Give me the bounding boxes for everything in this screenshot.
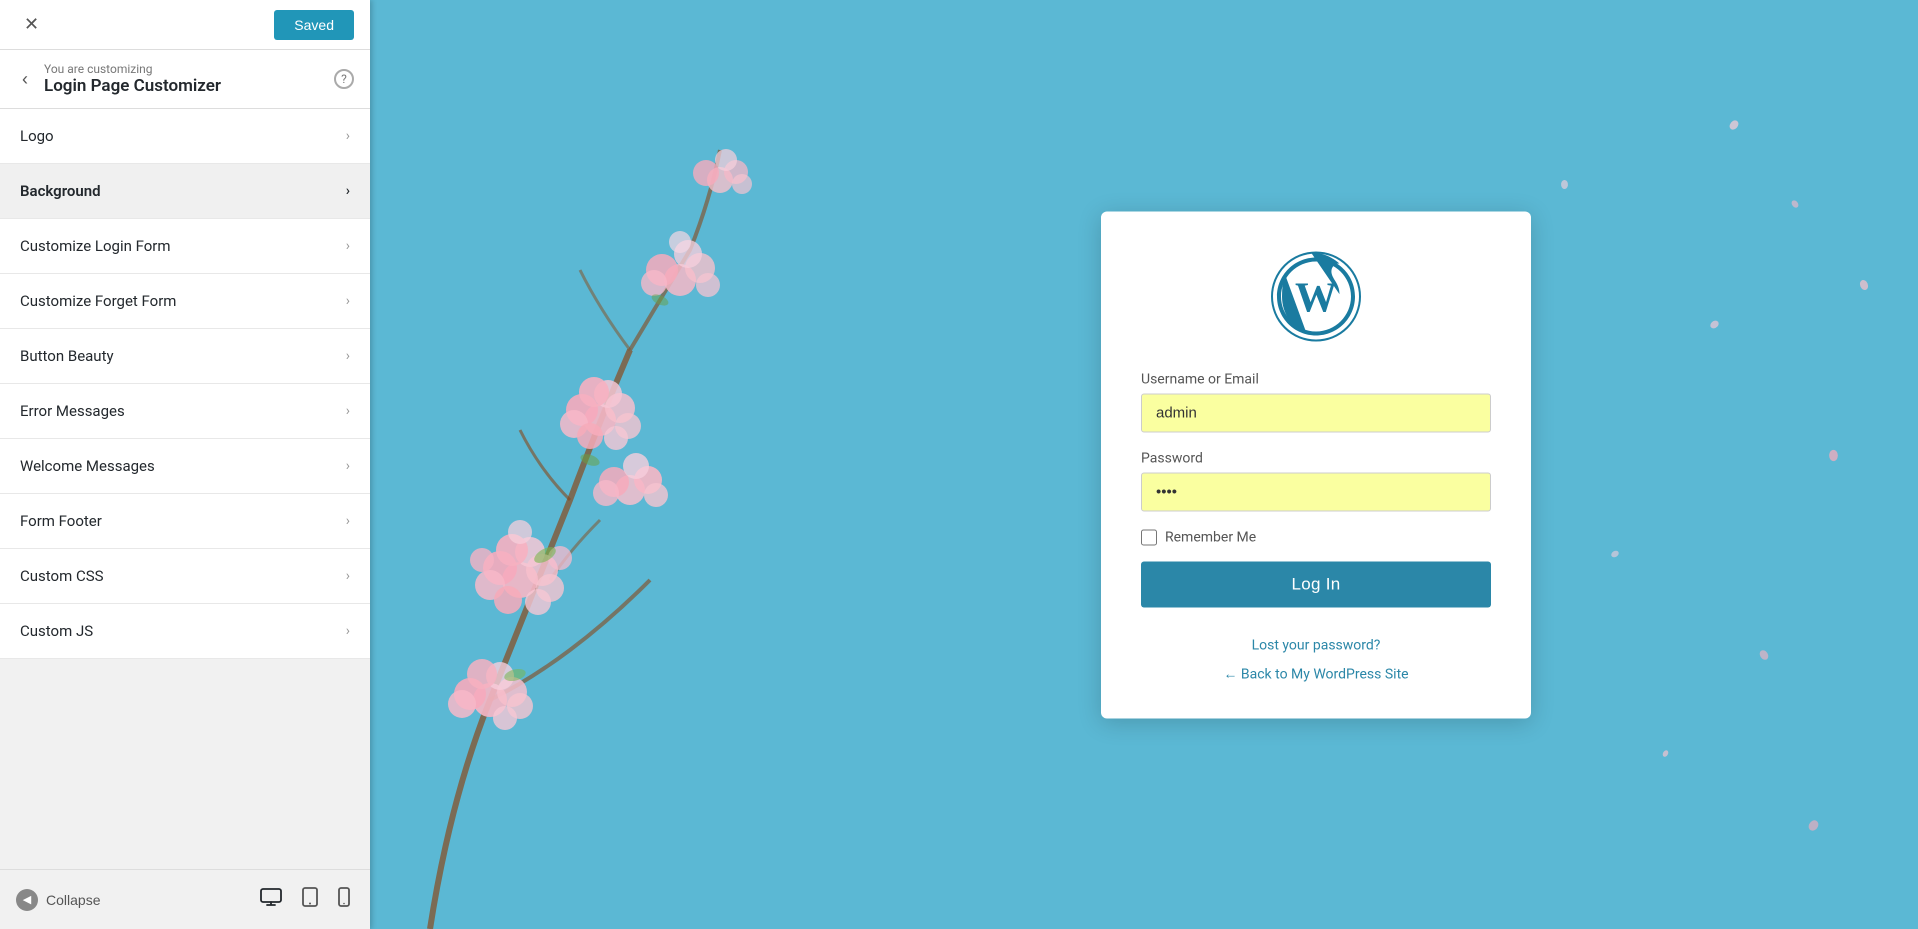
menu-item-label: Customize Forget Form	[20, 292, 176, 310]
login-button[interactable]: Log In	[1141, 561, 1491, 607]
menu-item-button-beauty[interactable]: Button Beauty ›	[0, 329, 370, 384]
chevron-right-icon: ›	[346, 293, 350, 309]
menu-item-label: Welcome Messages	[20, 457, 155, 475]
view-icons	[256, 885, 354, 914]
remember-checkbox[interactable]	[1141, 529, 1157, 545]
menu-item-label: Background	[20, 182, 101, 200]
collapse-button[interactable]: ◀ Collapse	[16, 889, 100, 911]
chevron-right-icon: ›	[346, 623, 350, 639]
chevron-right-icon: ›	[346, 348, 350, 364]
back-button[interactable]: ‹	[16, 67, 34, 92]
username-input[interactable]	[1141, 393, 1491, 432]
help-icon[interactable]: ?	[334, 69, 354, 89]
customizing-text: You are customizing Login Page Customize…	[44, 62, 324, 96]
menu-item-label: Custom JS	[20, 622, 93, 640]
menu-item-welcome-messages[interactable]: Welcome Messages ›	[0, 439, 370, 494]
menu-item-customize-login-form[interactable]: Customize Login Form ›	[0, 219, 370, 274]
collapse-circle-icon: ◀	[16, 889, 38, 911]
remember-label: Remember Me	[1165, 529, 1256, 545]
back-to-site-link[interactable]: ← Back to My WordPress Site	[1223, 665, 1408, 682]
password-group: Password	[1141, 450, 1491, 511]
mobile-view-button[interactable]	[334, 885, 354, 914]
password-input[interactable]	[1141, 472, 1491, 511]
preview-area: W Username or Email Password Remember Me…	[370, 0, 1918, 929]
chevron-right-icon: ›	[346, 403, 350, 419]
customizer-panel: ✕ Saved ‹ You are customizing Login Page…	[0, 0, 370, 929]
menu-item-custom-css[interactable]: Custom CSS ›	[0, 549, 370, 604]
svg-text:W: W	[1295, 275, 1337, 321]
username-group: Username or Email	[1141, 371, 1491, 432]
chevron-right-icon: ›	[346, 183, 350, 199]
menu-item-label: Logo	[20, 127, 54, 145]
forgot-password-link[interactable]: Lost your password?	[1252, 637, 1381, 653]
menu-item-logo[interactable]: Logo ›	[0, 109, 370, 164]
password-label: Password	[1141, 450, 1491, 466]
wordpress-logo: W	[1271, 251, 1361, 341]
menu-item-label: Customize Login Form	[20, 237, 171, 255]
menu-item-label: Form Footer	[20, 512, 102, 530]
menu-item-background[interactable]: Background ›	[0, 164, 370, 219]
remember-row: Remember Me	[1141, 529, 1491, 545]
form-links: Lost your password? ← Back to My WordPre…	[1141, 637, 1491, 682]
username-label: Username or Email	[1141, 371, 1491, 387]
customizing-label: You are customizing	[44, 62, 324, 76]
login-card: W Username or Email Password Remember Me…	[1101, 211, 1531, 718]
menu-item-label: Button Beauty	[20, 347, 114, 365]
tablet-view-button[interactable]	[298, 885, 322, 914]
menu-item-error-messages[interactable]: Error Messages ›	[0, 384, 370, 439]
close-button[interactable]: ✕	[16, 10, 47, 39]
menu-item-label: Error Messages	[20, 402, 125, 420]
chevron-right-icon: ›	[346, 568, 350, 584]
bottom-bar: ◀ Collapse	[0, 869, 370, 929]
chevron-right-icon: ›	[346, 458, 350, 474]
menu-item-custom-js[interactable]: Custom JS ›	[0, 604, 370, 659]
menu-item-customize-forget-form[interactable]: Customize Forget Form ›	[0, 274, 370, 329]
saved-button[interactable]: Saved	[274, 10, 354, 40]
collapse-label: Collapse	[46, 892, 100, 908]
top-bar: ✕ Saved	[0, 0, 370, 50]
chevron-right-icon: ›	[346, 513, 350, 529]
menu-item-label: Custom CSS	[20, 567, 104, 585]
menu-list: Logo›Background›Customize Login Form›Cus…	[0, 109, 370, 869]
menu-item-form-footer[interactable]: Form Footer ›	[0, 494, 370, 549]
customizing-title: Login Page Customizer	[44, 76, 324, 96]
desktop-view-button[interactable]	[256, 885, 286, 914]
chevron-right-icon: ›	[346, 238, 350, 254]
customizing-header: ‹ You are customizing Login Page Customi…	[0, 50, 370, 109]
chevron-right-icon: ›	[346, 128, 350, 144]
